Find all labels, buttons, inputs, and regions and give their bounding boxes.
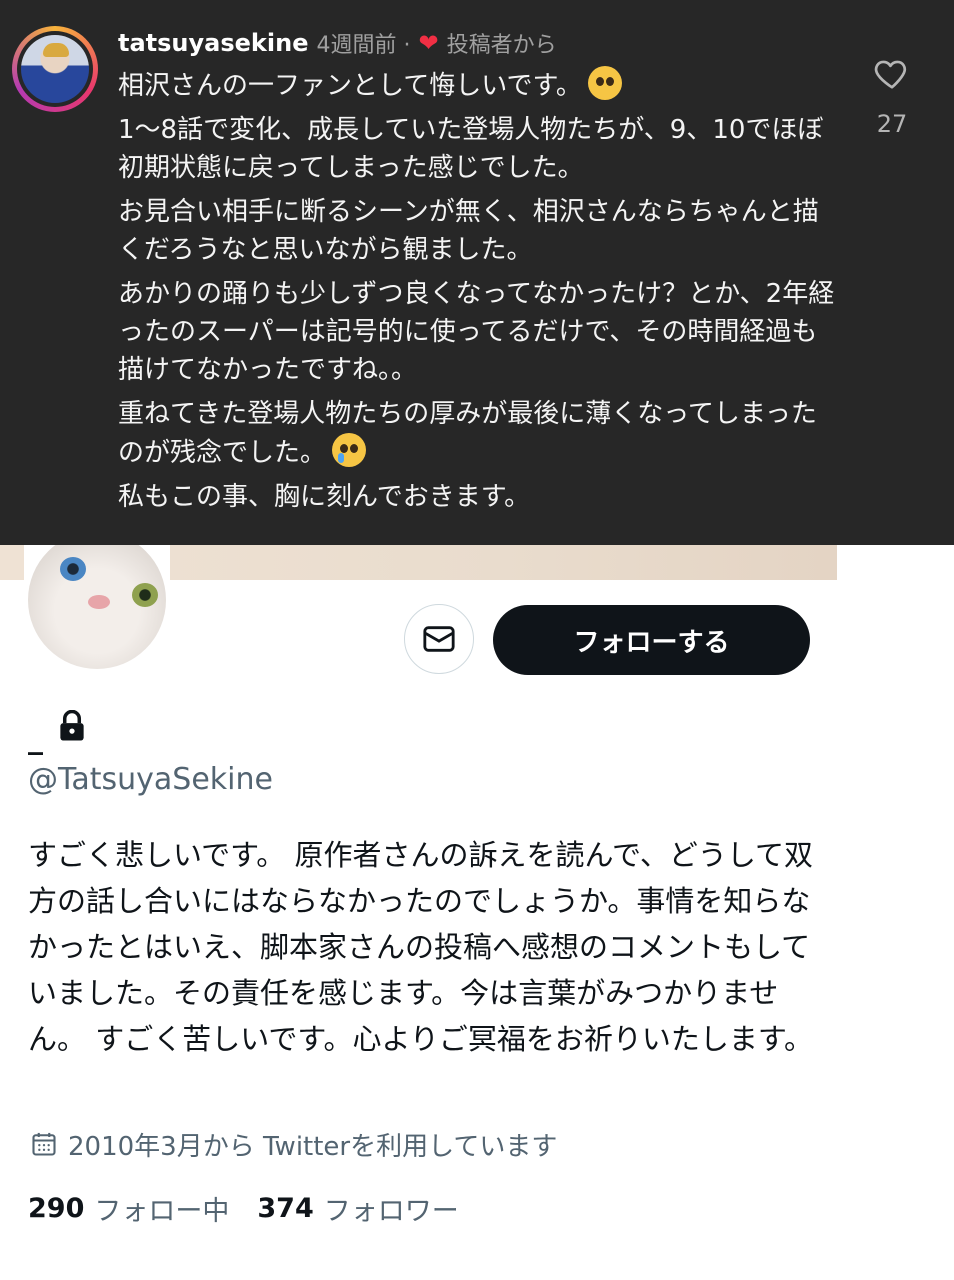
calendar-icon (32, 1132, 56, 1156)
follow-stats: 290 フォロー中 374 フォロワー (28, 1189, 487, 1228)
instagram-comment-card: tatsuyasekine 4週間前 · ❤ 投稿者から 相沢さんの一ファンとし… (0, 0, 954, 545)
comment-text: 相沢さんの一ファンとして悔しいです。 1〜8話で変化、成長していた登場人物たちが… (118, 66, 838, 522)
join-date-text: 2010年3月から Twitterを利用しています (68, 1131, 558, 1162)
author-heart-icon: ❤ (418, 29, 439, 57)
lock-icon (60, 710, 84, 741)
display-name-row: _ (28, 708, 87, 754)
comment-paragraph: 1〜8話で変化、成長していた登場人物たちが、9、10でほぼ初期状態に戻ってしまっ… (118, 115, 824, 183)
comment-timestamp: 4週間前 · (316, 33, 411, 58)
commenter-username[interactable]: tatsuyasekine (118, 29, 308, 57)
followers-label[interactable]: フォロワー (324, 1189, 459, 1228)
comment-paragraph: 私もこの事、胸に刻んでおきます。 (118, 482, 531, 512)
crying-face-icon (332, 433, 367, 467)
follow-button[interactable]: フォローする (493, 605, 810, 675)
comment-paragraph: あかりの踊りも少しずつ良くなってなかったけ？とか、2年経ったのスーパーは記号的に… (118, 279, 835, 385)
following-count[interactable]: 290 (28, 1193, 84, 1224)
like-count: 27 (876, 110, 908, 138)
profile-bio: すごく悲しいです。 原作者さんの訴えを読んで、どうして双方の話し合いにはならなか… (28, 838, 813, 1056)
message-button[interactable] (404, 604, 474, 674)
user-handle: @TatsuyaSekine (28, 762, 273, 797)
comment-header: tatsuyasekine 4週間前 · ❤ 投稿者から (118, 26, 557, 60)
comment-paragraph: 重ねてきた登場人物たちの厚みが最後に薄くなってしまったのが残念でした。 (118, 399, 817, 468)
heart-outline-icon[interactable] (872, 54, 912, 92)
following-label[interactable]: フォロー中 (94, 1189, 229, 1228)
commenter-avatar[interactable] (12, 26, 98, 112)
message-icon (423, 626, 455, 652)
comment-paragraph: お見合い相手に断るシーンが無く、相沢さんならちゃんと描くだろうなと思いながら観ま… (118, 197, 819, 265)
join-date: 2010年3月から Twitterを利用しています (30, 1126, 557, 1162)
author-badge: 投稿者から (446, 33, 557, 58)
followers-count[interactable]: 374 (257, 1193, 313, 1224)
pleading-face-icon (587, 66, 622, 100)
like-control[interactable]: 27 (862, 54, 922, 138)
comment-paragraph: 相沢さんの一ファンとして悔しいです。 (118, 66, 838, 105)
display-name: _ (28, 721, 43, 756)
profile-avatar[interactable] (24, 545, 170, 675)
